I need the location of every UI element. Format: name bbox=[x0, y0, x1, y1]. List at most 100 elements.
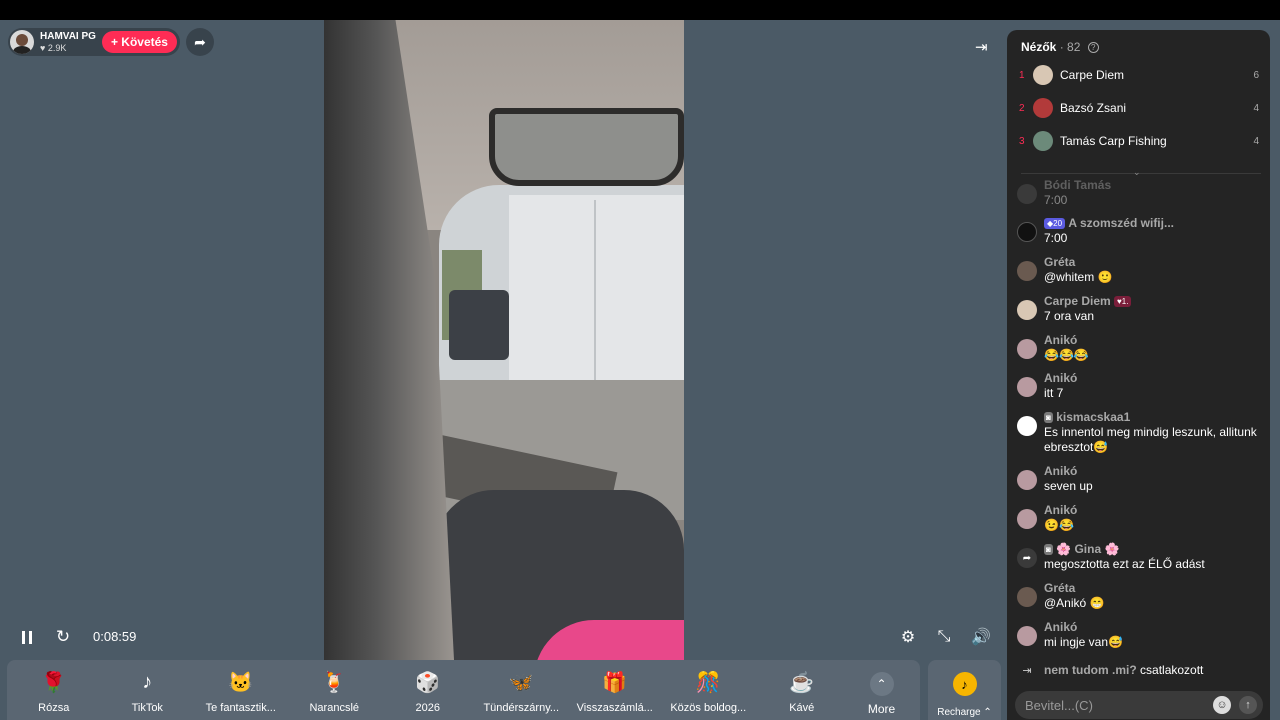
viewer-name: Carpe Diem bbox=[1060, 68, 1125, 82]
rose-icon: 🌹 bbox=[41, 671, 67, 694]
gift-item[interactable]: 🎁 Visszaszámlá... bbox=[568, 660, 662, 720]
chat-user[interactable]: Anikó bbox=[1044, 333, 1089, 348]
chat-message: Carpe Diem ♥1. 7 ora van bbox=[1017, 294, 1262, 324]
chat-message: ◆20 A szomszéd wifij... 7:00 bbox=[1017, 216, 1262, 246]
chat-message: Anikó mi ingje van😅 bbox=[1017, 620, 1262, 650]
recharge-label: Recharge ⌃ bbox=[937, 707, 992, 718]
gift-name: TikTok bbox=[131, 702, 163, 714]
avatar bbox=[1017, 626, 1037, 646]
refresh-icon[interactable]: ↻ bbox=[52, 626, 74, 648]
chat-input[interactable] bbox=[1015, 697, 1213, 713]
avatar bbox=[1017, 509, 1037, 529]
viewer-row[interactable]: 1 Carpe Diem 6 bbox=[1019, 64, 1259, 86]
gift-bar: 🌹 Rózsa ♪ TikTok 🐱 Te fantasztik... 🍹 Na… bbox=[7, 660, 920, 720]
chat-text: Es innentol meg mindig leszunk, allitunk… bbox=[1044, 425, 1257, 454]
chat-user[interactable]: kismacskaa1 bbox=[1056, 410, 1130, 424]
avatar bbox=[1017, 300, 1037, 320]
avatar bbox=[1033, 98, 1053, 118]
quality-icon[interactable]: ⚙ bbox=[897, 626, 919, 648]
chat-user[interactable]: A szomszéd wifij... bbox=[1068, 216, 1174, 230]
chat-input-wrapper: ☺ ↑ bbox=[1015, 691, 1263, 719]
gift-item[interactable]: 🎲 2026 bbox=[381, 660, 475, 720]
side-panel: Nézők · 82 ? 1 Carpe Diem 6 2 Bazsó Zsan… bbox=[1007, 30, 1270, 720]
gift-item[interactable]: ☕ Kávé bbox=[755, 660, 849, 720]
chat-user[interactable]: Gréta bbox=[1044, 255, 1112, 270]
exit-fullscreen-icon[interactable]: ⤡ bbox=[933, 626, 955, 648]
chat-user[interactable]: Carpe Diem bbox=[1044, 294, 1111, 308]
viewer-name: Tamás Carp Fishing bbox=[1060, 134, 1167, 148]
viewer-row[interactable]: 2 Bazsó Zsani 4 bbox=[1019, 97, 1259, 119]
gift-name: Te fantasztik... bbox=[205, 702, 276, 714]
avatar bbox=[1017, 587, 1037, 607]
viewer-name: Bazsó Zsani bbox=[1060, 101, 1127, 115]
viewer-rank: 3 bbox=[1019, 135, 1025, 147]
chat-user[interactable]: Gréta bbox=[1044, 581, 1104, 596]
viewer-rank: 2 bbox=[1019, 102, 1025, 114]
chat-user[interactable]: Anikó bbox=[1044, 464, 1093, 479]
chat-text: 😂😂😂 bbox=[1044, 348, 1089, 362]
host-info-pill[interactable]: HAMVAI PG ♥ 2.9K + Követés bbox=[8, 28, 180, 56]
2026-icon: 🎲 bbox=[415, 671, 441, 694]
viewer-score: 4 bbox=[1253, 135, 1259, 147]
viewer-score: 4 bbox=[1253, 102, 1259, 114]
gift-item[interactable]: 🐱 Te fantasztik... bbox=[194, 660, 288, 720]
gift-item[interactable]: ♪ TikTok bbox=[101, 660, 195, 720]
host-info: HAMVAI PG ♥ 2.9K bbox=[40, 31, 96, 53]
chat-message: Anikó seven up bbox=[1017, 464, 1262, 494]
chat-user[interactable]: Anikó bbox=[1044, 371, 1077, 386]
more-label: More bbox=[867, 702, 896, 716]
live-video[interactable] bbox=[324, 20, 684, 660]
chat-message: Anikó 😉😂 bbox=[1017, 503, 1262, 533]
chat-text: seven up bbox=[1044, 479, 1093, 493]
chat-user[interactable]: 🌸 Gina 🌸 bbox=[1056, 542, 1119, 556]
chat-text: @Anikó 😁 bbox=[1044, 596, 1105, 610]
chevron-up-icon: ⌃ bbox=[869, 672, 894, 696]
more-gifts-button[interactable]: ⌃ More bbox=[849, 660, 915, 720]
viewers-title: Nézők bbox=[1021, 40, 1057, 54]
subscriber-badge: ◙ bbox=[1044, 544, 1053, 555]
chat-user[interactable]: Anikó bbox=[1044, 620, 1123, 635]
avatar bbox=[1017, 184, 1037, 204]
chat-user[interactable]: nem tudom .mi? bbox=[1044, 663, 1137, 677]
pause-icon[interactable] bbox=[16, 626, 38, 648]
gift-item[interactable]: 🌹 Rózsa bbox=[7, 660, 101, 720]
gift-item[interactable]: 🎊 Közös boldog... bbox=[662, 660, 756, 720]
emoji-icon[interactable]: ☺ bbox=[1213, 696, 1231, 714]
orange-juice-icon: 🍹 bbox=[321, 671, 347, 694]
chat-text: 7 ora van bbox=[1044, 309, 1095, 323]
gift-name: 2026 bbox=[415, 702, 440, 714]
share-icon[interactable]: ➦ bbox=[186, 28, 214, 56]
fan-badge: ♥1. bbox=[1114, 296, 1132, 307]
gift-name: Visszaszámlá... bbox=[576, 702, 653, 714]
gift-item[interactable]: 🦋 Tündérszárny... bbox=[475, 660, 569, 720]
chat-text: 7:00 bbox=[1044, 193, 1068, 207]
chat-text: 7:00 bbox=[1044, 231, 1068, 245]
chat-text: @whitem 🙂 bbox=[1044, 270, 1113, 284]
coffee-icon: ☕ bbox=[789, 671, 815, 694]
chevron-down-icon[interactable]: ⌄ bbox=[1133, 167, 1141, 178]
volume-icon[interactable]: 🔊 bbox=[970, 626, 992, 648]
gift-item[interactable]: 🍹 Narancslé bbox=[288, 660, 382, 720]
collapse-panel-icon[interactable]: ⇥ bbox=[975, 38, 988, 56]
help-icon[interactable]: ? bbox=[1087, 42, 1099, 54]
chat-user[interactable]: Bódi Tamás bbox=[1044, 178, 1111, 193]
send-icon[interactable]: ↑ bbox=[1239, 696, 1257, 714]
tiktok-icon: ♪ bbox=[142, 670, 153, 693]
coin-icon: ♪ bbox=[952, 672, 977, 696]
chat-message: ◙ kismacskaa1 Es innentol meg mindig lesz… bbox=[1017, 410, 1262, 455]
chat-message: Gréta @Anikó 😁 bbox=[1017, 581, 1262, 611]
share-icon: ➦ bbox=[1017, 548, 1037, 568]
gift-name: Tündérszárny... bbox=[483, 702, 560, 714]
chat-message: Anikó itt 7 bbox=[1017, 371, 1262, 401]
celebration-icon: 🎊 bbox=[695, 671, 721, 694]
follow-button[interactable]: + Követés bbox=[101, 31, 177, 53]
divider bbox=[1021, 173, 1261, 174]
chat-user[interactable]: Anikó bbox=[1044, 503, 1077, 518]
cat-icon: 🐱 bbox=[228, 671, 254, 694]
avatar bbox=[1017, 416, 1037, 436]
gift-name: Közös boldog... bbox=[670, 702, 747, 714]
recharge-button[interactable]: ♪ Recharge ⌃ bbox=[928, 660, 1001, 720]
viewer-row[interactable]: 3 Tamás Carp Fishing 4 bbox=[1019, 130, 1259, 152]
host-avatar[interactable] bbox=[10, 30, 34, 54]
viewers-count: 82 bbox=[1067, 40, 1081, 54]
